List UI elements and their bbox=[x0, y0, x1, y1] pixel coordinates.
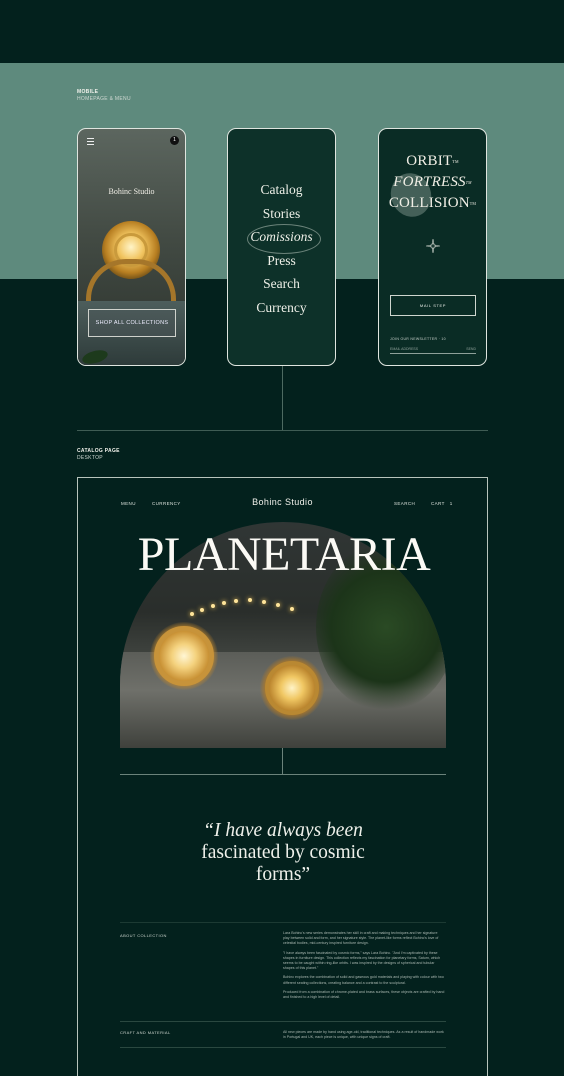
menu-item-search[interactable]: Search bbox=[228, 272, 335, 296]
lamp-stand-image bbox=[86, 259, 176, 301]
email-field[interactable]: EMAIL ADDRESS SEND bbox=[390, 345, 476, 354]
about-collection-text: Lara Bohinc's new series demonstrates he… bbox=[283, 931, 445, 1000]
lamp-ring-image bbox=[265, 661, 319, 715]
newsletter-label: JOIN OUR NEWSLETTER · 10 bbox=[390, 337, 446, 341]
craft-material-heading: CRAFT AND MATERIAL bbox=[120, 1030, 171, 1035]
divider-horizontal bbox=[120, 922, 446, 923]
collection-title: ORBITTM FORTRESSTM COLLISIONTM bbox=[379, 151, 486, 214]
pull-quote: “I have always been fascinated by cosmic… bbox=[158, 820, 408, 886]
section-title: MOBILE bbox=[77, 89, 99, 95]
shop-all-collections-button[interactable]: SHOP ALL COLLECTIONS bbox=[88, 309, 176, 337]
section-title: CATALOG PAGE bbox=[77, 448, 120, 454]
quote-line: “I have always been bbox=[203, 820, 363, 841]
menu-item-catalog[interactable]: Catalog bbox=[228, 178, 335, 202]
about-collection-heading: ABOUT COLLECTION bbox=[120, 933, 167, 938]
brand-title: Bohinc Studio bbox=[108, 187, 155, 196]
mobile-section-label: MOBILE HOMEPAGE & MENU bbox=[77, 89, 131, 103]
phone-homepage: 1 Bohinc Studio SHOP ALL COLLECTIONS bbox=[77, 128, 186, 366]
cart-label: CART bbox=[431, 501, 445, 506]
nav-cart[interactable]: CART 1 bbox=[431, 501, 453, 506]
desktop-catalog-frame: MENU CURRENCY Bohinc Studio SEARCH CART … bbox=[77, 477, 488, 1076]
divider-horizontal bbox=[120, 1021, 446, 1022]
trademark-mark: TM bbox=[452, 159, 459, 164]
sparkle-icon bbox=[426, 239, 440, 253]
cart-badge[interactable]: 1 bbox=[170, 136, 179, 145]
menu-item-press[interactable]: Press bbox=[228, 249, 335, 273]
divider-horizontal bbox=[120, 774, 446, 775]
collection-headline: PLANETARIA bbox=[137, 528, 431, 581]
title-line-fortress: FORTRESS bbox=[393, 174, 466, 190]
email-placeholder: EMAIL ADDRESS bbox=[390, 347, 419, 351]
mail-step-button[interactable]: MAIL STEP bbox=[390, 295, 476, 316]
section-subtitle: HOMEPAGE & MENU bbox=[77, 96, 131, 102]
menu-item-comissions[interactable]: Comissions bbox=[228, 225, 335, 249]
quote-line: forms” bbox=[255, 864, 311, 885]
phone-collection: ORBITTM FORTRESSTM COLLISIONTM MAIL STEP… bbox=[378, 128, 487, 366]
paragraph: Bohinc explores the combination of solid… bbox=[283, 975, 444, 985]
divider-vertical bbox=[282, 748, 283, 774]
nav-search[interactable]: SEARCH bbox=[394, 501, 415, 506]
trademark-mark: TM bbox=[465, 180, 472, 185]
cart-count: 1 bbox=[449, 501, 453, 506]
title-line-orbit: ORBIT bbox=[406, 153, 453, 169]
menu-list: Catalog Stories Comissions Press Search … bbox=[228, 178, 335, 320]
lamp-ring-image bbox=[154, 626, 214, 686]
hamburger-menu-icon[interactable] bbox=[87, 138, 94, 145]
divider-horizontal bbox=[120, 1047, 446, 1048]
quote-line: fascinated by cosmic bbox=[201, 842, 365, 863]
phone-menu: Catalog Stories Comissions Press Search … bbox=[227, 128, 336, 366]
paragraph: "I have always been fascinated by cosmic… bbox=[283, 950, 441, 971]
craft-material-text: All new pieces are made by hand using ag… bbox=[283, 1030, 444, 1040]
divider-vertical bbox=[282, 366, 283, 430]
send-button[interactable]: SEND bbox=[466, 347, 476, 351]
brand-logo[interactable]: Bohinc Studio bbox=[78, 497, 487, 507]
title-line-collision: COLLISION bbox=[388, 195, 470, 211]
paragraph: Produced from a combination of chrome-pl… bbox=[283, 989, 445, 1000]
paragraph: Lara Bohinc's new series demonstrates he… bbox=[283, 931, 439, 946]
trademark-mark: TM bbox=[469, 201, 477, 206]
catalog-section-label: CATALOG PAGE DESKTOP bbox=[77, 448, 120, 462]
section-subtitle: DESKTOP bbox=[77, 455, 103, 461]
divider-horizontal bbox=[77, 430, 488, 431]
menu-item-currency[interactable]: Currency bbox=[228, 296, 335, 320]
menu-item-stories[interactable]: Stories bbox=[228, 202, 335, 226]
